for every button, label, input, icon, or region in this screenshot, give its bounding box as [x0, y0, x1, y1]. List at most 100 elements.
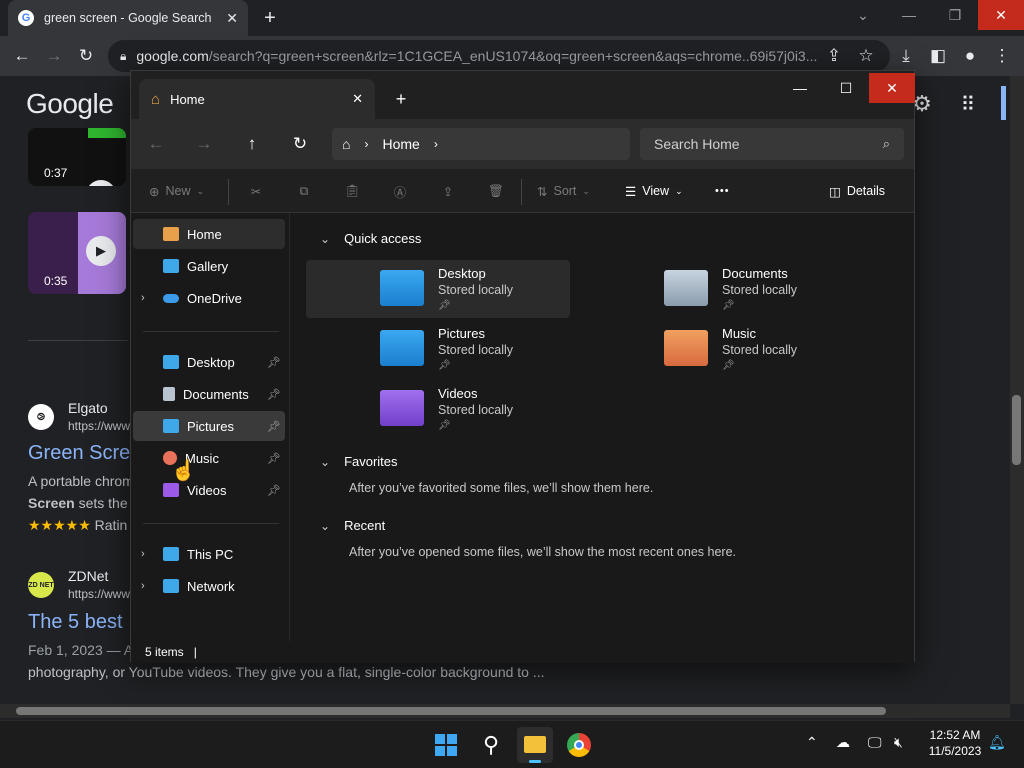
video-thumbnail[interactable]: ▶ 0:37 — [28, 128, 126, 186]
sidebar-item-documents[interactable]: Documents 📌︎ — [133, 379, 285, 409]
rename-icon[interactable]: Ⓐ — [387, 173, 413, 209]
new-button[interactable]: ⊕ New ⌄ — [149, 173, 204, 209]
download-icon[interactable]: ⤓ — [892, 42, 920, 70]
section-recent[interactable]: ⌄ Recent — [320, 518, 385, 533]
chrome-tab[interactable]: G green screen - Google Search ✕ — [8, 0, 248, 36]
vertical-scrollbar[interactable] — [1010, 76, 1024, 704]
close-icon[interactable]: ✕ — [226, 10, 238, 27]
profile-icon[interactable]: ● — [956, 42, 984, 70]
details-button[interactable]: ◫ Details — [829, 173, 885, 209]
notification-bell-icon[interactable]: 🔔︎ — [988, 734, 1006, 751]
minimize-button[interactable]: — — [886, 0, 932, 30]
back-icon[interactable]: ← — [8, 42, 36, 70]
chevron-up-icon[interactable]: ⌃ — [806, 734, 818, 751]
result-title[interactable]: Green Scre — [28, 442, 130, 465]
apps-grid-icon[interactable]: ⠿ — [954, 90, 982, 118]
video-thumbnail[interactable]: ▶ 0:35 — [28, 212, 126, 294]
sidebar-item-this-pc[interactable]: › This PC — [133, 539, 285, 569]
breadcrumb[interactable]: Home — [382, 136, 419, 152]
google-logo[interactable]: Google — [26, 88, 114, 120]
chevron-right-icon[interactable]: › — [141, 292, 145, 304]
desktop-folder-icon — [380, 270, 424, 306]
sidebar-item-network[interactable]: › Network — [133, 571, 285, 601]
item-status: Stored locally — [722, 343, 798, 357]
horizontal-scroll-thumb[interactable] — [16, 707, 886, 715]
sidebar-item-desktop[interactable]: Desktop 📌︎ — [133, 347, 285, 377]
sidebar-item-pictures[interactable]: Pictures 📌︎ — [133, 411, 285, 441]
explorer-tab-title: Home — [170, 91, 205, 107]
result-url[interactable]: https://www — [68, 419, 130, 433]
result-title[interactable]: The 5 best — [28, 611, 123, 634]
address-bar[interactable]: 🔒︎ google.com/search?q=green+screen&rlz=… — [108, 40, 890, 72]
sidebar-item-home[interactable]: Home — [133, 219, 285, 249]
sort-button[interactable]: ⇅ Sort ⌄ — [537, 173, 590, 209]
details-label: Details — [846, 184, 886, 198]
home-icon: ⌂ — [342, 136, 351, 152]
minimize-button[interactable]: — — [777, 73, 823, 103]
back-icon[interactable]: ← — [139, 127, 173, 161]
forward-icon[interactable]: → — [187, 127, 221, 161]
volume-muted-icon[interactable]: 🔇︎ — [894, 734, 903, 751]
chevron-right-icon[interactable]: › — [141, 580, 145, 592]
tab-search-icon[interactable]: ⌄ — [840, 0, 886, 30]
menu-dots-icon[interactable]: ⋮ — [988, 42, 1016, 70]
up-arrow-icon[interactable]: ↑ — [235, 127, 269, 161]
close-window-button[interactable]: ✕ — [978, 0, 1024, 30]
sidebar-item-gallery[interactable]: Gallery — [133, 251, 285, 281]
share-icon[interactable]: ⇪ — [820, 42, 848, 70]
paste-icon[interactable]: 📋︎ — [339, 173, 365, 209]
address-bar[interactable]: ⌂ › Home › — [332, 128, 630, 160]
refresh-icon[interactable]: ↻ — [283, 127, 317, 161]
result-snippet: photography, or YouTube videos. They giv… — [28, 664, 545, 680]
new-tab-button[interactable]: + — [389, 87, 413, 111]
explorer-tab[interactable]: ⌂ Home ✕ — [139, 79, 375, 119]
result-url[interactable]: https://www — [68, 587, 130, 601]
close-window-button[interactable]: ✕ — [869, 73, 915, 103]
video-duration: 0:35 — [44, 274, 68, 288]
restore-button[interactable]: ❐ — [932, 0, 978, 30]
view-button[interactable]: ☰ View ⌄ — [625, 173, 683, 209]
section-quick-access[interactable]: ⌄ Quick access — [320, 231, 421, 246]
quick-access-item-documents[interactable]: Documents Stored locally 📌︎ — [590, 260, 854, 318]
share-icon[interactable]: ⇪ — [435, 173, 461, 209]
clock[interactable]: 12:52 AM 11/5/2023 — [920, 727, 990, 759]
chevron-right-icon[interactable]: › — [434, 137, 438, 151]
maximize-button[interactable]: ☐ — [823, 73, 869, 103]
search-input[interactable]: Search Home ⌕ — [640, 128, 904, 160]
bookmark-star-icon[interactable]: ☆ — [852, 42, 880, 70]
pin-icon: 📌︎ — [267, 420, 281, 433]
quick-access-item-videos[interactable]: Videos Stored locally 📌︎ — [306, 380, 570, 438]
quick-access-item-pictures[interactable]: Pictures Stored locally 📌︎ — [306, 320, 570, 378]
reload-icon[interactable]: ↻ — [72, 42, 100, 70]
start-button[interactable] — [428, 727, 464, 763]
chrome-taskbar-icon[interactable] — [561, 727, 597, 763]
video-duration: 0:37 — [44, 166, 68, 180]
cut-icon[interactable]: ✂ — [243, 173, 269, 209]
new-tab-button[interactable]: + — [258, 6, 282, 30]
delete-icon[interactable]: 🗑︎ — [483, 173, 509, 209]
navigation-pane: Home Gallery › OneDrive Desktop 📌︎ Documen… — [131, 213, 289, 641]
sidebar-item-onedrive[interactable]: › OneDrive — [133, 283, 285, 313]
sort-icon: ⇅ — [537, 184, 548, 199]
cloud-offline-icon[interactable]: ☁ — [836, 734, 850, 751]
vertical-scroll-thumb[interactable] — [1012, 395, 1021, 465]
sidebar-item-music[interactable]: Music 📌︎ — [133, 443, 285, 473]
section-favorites[interactable]: ⌄ Favorites — [320, 454, 398, 469]
network-icon — [163, 579, 179, 593]
clock-time: 12:52 AM — [929, 728, 981, 742]
copy-icon[interactable]: ⧉ — [291, 173, 317, 209]
pin-icon: 📌︎ — [722, 360, 735, 371]
file-explorer-taskbar-icon[interactable] — [517, 727, 553, 763]
quick-access-item-music[interactable]: Music Stored locally 📌︎ — [590, 320, 854, 378]
forward-icon[interactable]: → — [40, 42, 68, 70]
sidebar-item-videos[interactable]: Videos 📌︎ — [133, 475, 285, 505]
quick-access-item-desktop[interactable]: Desktop Stored locally 📌︎ — [306, 260, 570, 318]
side-panel-icon[interactable]: ◧ — [924, 42, 952, 70]
network-icon[interactable]: 🖵︎ — [868, 734, 882, 751]
sort-label: Sort — [553, 184, 577, 198]
close-icon[interactable]: ✕ — [352, 91, 363, 107]
more-options-button[interactable]: ••• — [715, 173, 730, 209]
videos-folder-icon — [380, 390, 424, 426]
chevron-right-icon[interactable]: › — [141, 548, 145, 560]
search-icon[interactable]: ⚲ — [473, 727, 509, 763]
